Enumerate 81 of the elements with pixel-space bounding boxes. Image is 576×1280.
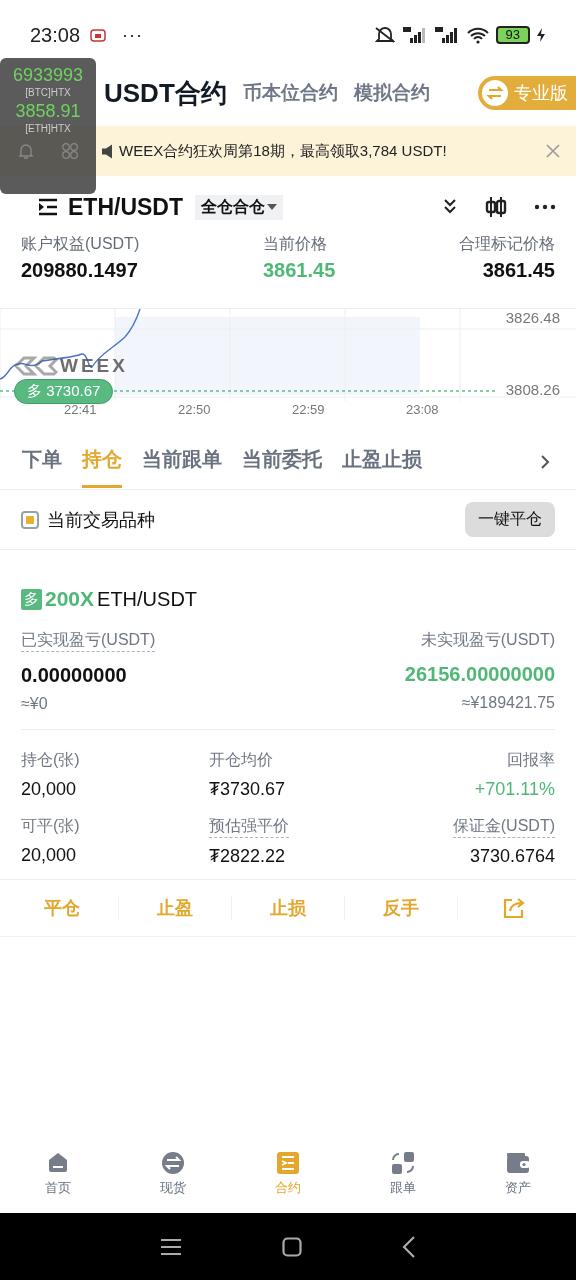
position-tab[interactable]: 当前委托 (242, 435, 322, 488)
field-value: ₮2822.22 (209, 846, 287, 867)
field-label: 保证金(USDT) (452, 816, 555, 838)
wifi-icon (465, 26, 490, 44)
back-icon[interactable] (402, 1235, 416, 1258)
position-tab[interactable]: 止盈止损 (342, 435, 422, 488)
nav-tab[interactable]: 现货 (115, 1150, 231, 1213)
field-label: 持仓(张) (21, 750, 80, 770)
position-price-tag: 多 3730.67 (14, 379, 114, 404)
copy-icon (390, 1150, 417, 1176)
cny-value: ≈¥0 (21, 695, 49, 713)
field-value: 20,000 (21, 779, 78, 800)
contract-tab[interactable]: 币本位合约 (242, 80, 338, 106)
cny-value: ≈¥189421.75 (460, 694, 555, 712)
leverage-text: 200X (45, 587, 95, 611)
stat-value: 209880.1497 (21, 259, 139, 282)
battery-level: 93 (495, 26, 530, 44)
chevron-right-icon[interactable] (540, 453, 550, 470)
pnl-value: 26156.00000000 (404, 663, 555, 686)
list-icon[interactable] (38, 198, 58, 216)
pair-symbol[interactable]: ETH/USDT (68, 193, 183, 221)
field-label: 回报率 (507, 750, 555, 770)
time-axis-label: 22:41 (64, 402, 98, 419)
menu-icon[interactable] (160, 1237, 182, 1256)
field-value: ₮3730.67 (209, 779, 287, 800)
watermark-logo: WEEX (14, 355, 128, 377)
time-axis-label: 22:59 (292, 402, 326, 419)
margin-mode-dropdown[interactable]: 全仓合仓 (195, 194, 283, 220)
long-badge: 多 (21, 588, 42, 610)
close-all-button[interactable]: 一键平仓 (465, 502, 555, 537)
position-symbol: ETH/USDT (97, 587, 198, 611)
stat-label: 合理标记价格 (459, 234, 555, 254)
more-dots: ··· (122, 24, 144, 46)
stat-value: 3861.45 (481, 259, 555, 282)
futures-icon (275, 1150, 301, 1176)
price-axis-label: 3826.48 (505, 309, 560, 326)
close-icon[interactable] (546, 144, 560, 158)
home-button-icon[interactable] (282, 1236, 302, 1257)
field-label: 已实现盈亏(USDT) (21, 630, 156, 652)
chevron-down-icon[interactable] (442, 198, 458, 216)
stat-label: 当前价格 (262, 234, 328, 254)
field-value: 3730.6764 (468, 846, 555, 867)
contract-tab[interactable]: USDT合约 (104, 75, 227, 111)
clock-time: 23:08 (30, 23, 81, 47)
stat-value: 3861.45 (262, 259, 336, 282)
signal-icon (401, 26, 428, 44)
position-tab[interactable]: 当前跟单 (142, 435, 222, 488)
ticker-symbol: [ETH]HTX (25, 122, 71, 136)
nav-tab[interactable]: 首页 (0, 1150, 116, 1213)
tv-icon (90, 27, 107, 43)
checkbox-label: 当前交易品种 (47, 508, 155, 532)
banner-text: WEEX合约狂欢周第18期，最高领取3,784 USDT! (119, 141, 448, 161)
signal-icon (433, 26, 460, 44)
mute-icon (373, 26, 396, 44)
checkbox[interactable] (21, 510, 39, 529)
field-label: 可平(张) (21, 816, 80, 836)
candlestick-icon[interactable] (484, 196, 508, 218)
field-value: 20,000 (21, 845, 78, 866)
caret-icon (267, 203, 277, 211)
ticker-symbol: [BTC]HTX (25, 86, 71, 100)
field-label: 未实现盈亏(USDT) (420, 630, 555, 650)
field-label: 开仓均价 (209, 750, 273, 770)
charging-icon (536, 27, 546, 43)
field-value: +701.11% (473, 779, 555, 800)
ticker-price: 6933993 (12, 64, 84, 86)
time-axis-label: 22:50 (178, 402, 212, 419)
speaker-icon (102, 143, 113, 159)
wallet-icon (505, 1150, 532, 1176)
spot-icon (159, 1150, 186, 1176)
price-axis-label: 3808.26 (505, 381, 560, 398)
field-label: 预估强平价 (209, 816, 289, 838)
position-tab[interactable]: 下单 (22, 435, 62, 488)
stat-label: 账户权益(USDT) (21, 234, 140, 254)
nav-tab[interactable]: 资产 (460, 1150, 576, 1213)
time-axis-label: 23:08 (406, 402, 440, 419)
ticker-price: 3858.91 (15, 100, 81, 122)
more-icon[interactable] (534, 204, 556, 210)
nav-tab[interactable]: 跟单 (345, 1150, 461, 1213)
contract-tab[interactable]: 模拟合约 (353, 80, 430, 106)
pnl-value: 0.00000000 (21, 664, 128, 687)
swap-icon (482, 80, 508, 106)
